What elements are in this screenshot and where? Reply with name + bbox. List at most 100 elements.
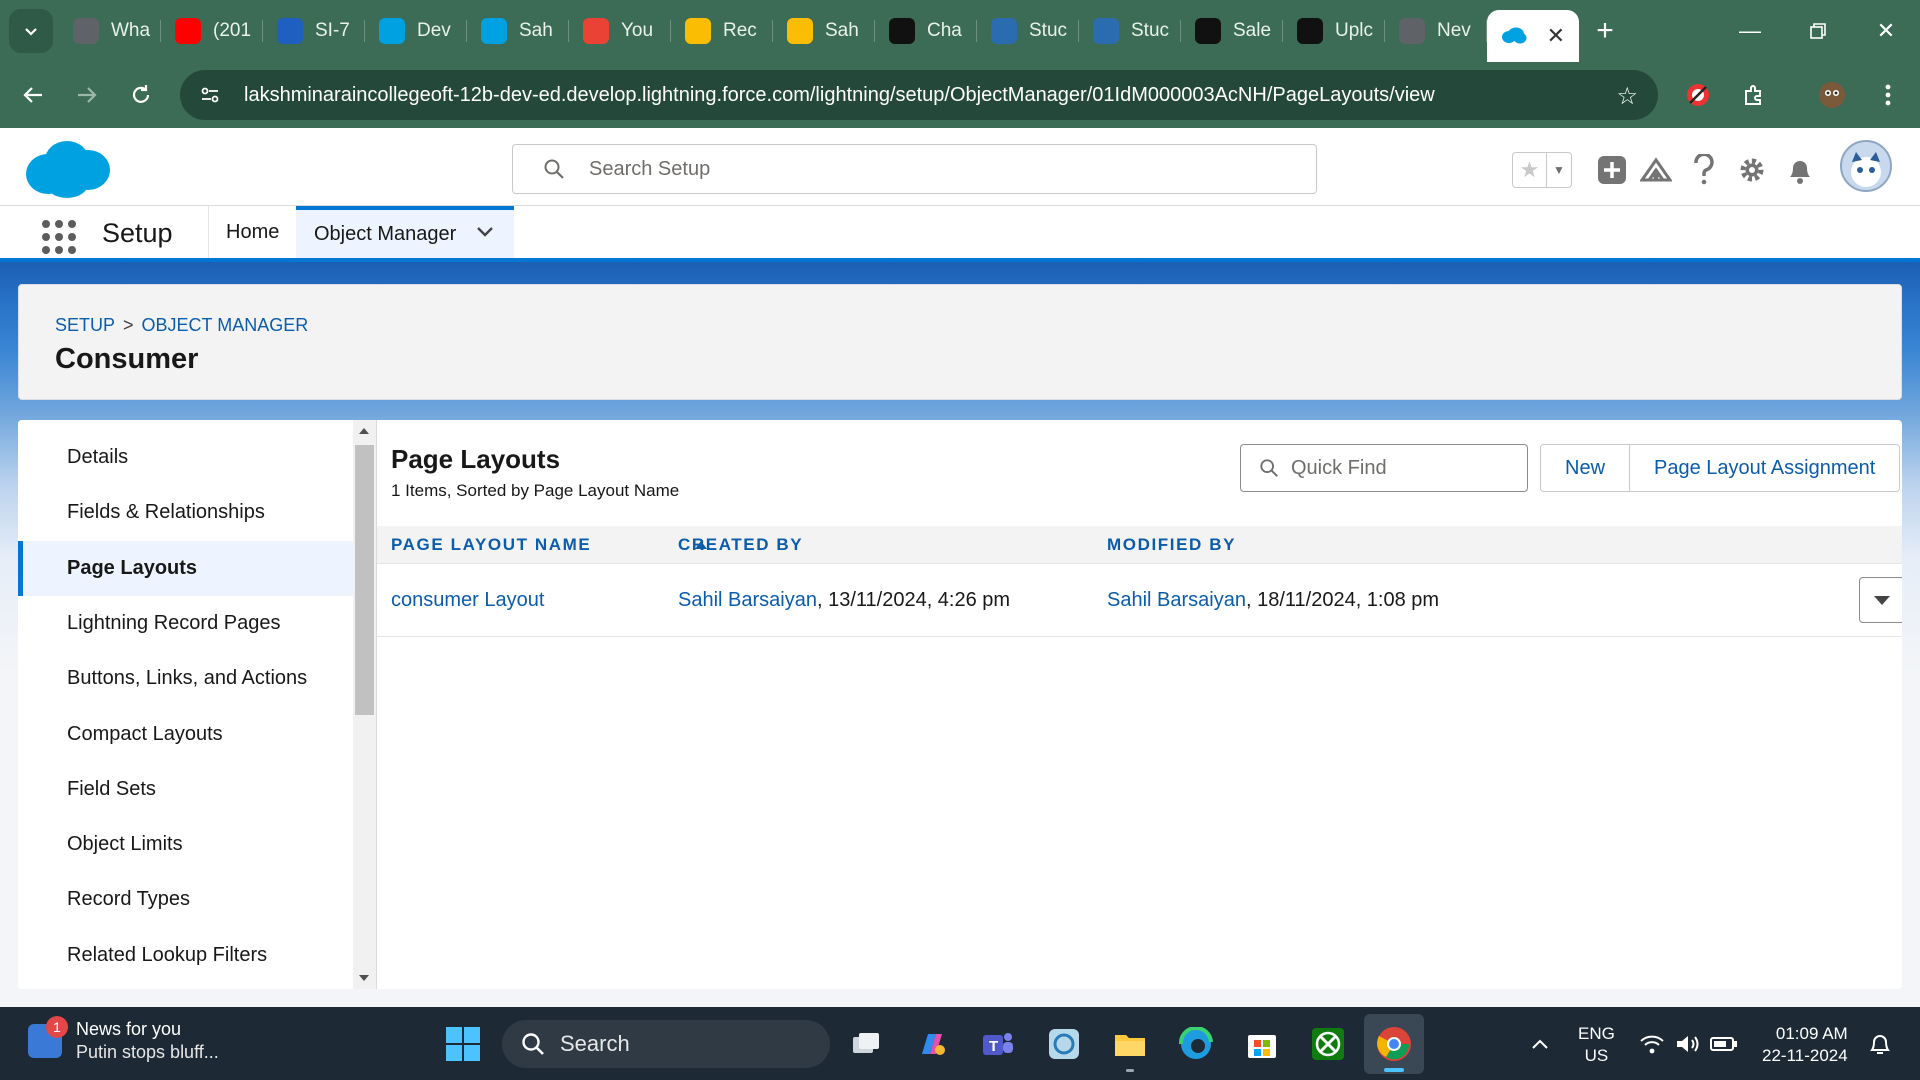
xbox-icon[interactable] [1310, 1026, 1346, 1062]
browser-tab[interactable]: Dev [365, 0, 467, 62]
photos-app-icon[interactable] [1046, 1026, 1082, 1062]
address-bar[interactable]: lakshminaraincollegeoft-12b-dev-ed.devel… [180, 70, 1658, 120]
new-button[interactable]: New [1541, 445, 1630, 491]
browser-menu-icon[interactable] [1866, 73, 1910, 117]
modified-by-user-link[interactable]: Sahil Barsaiyan [1107, 589, 1246, 611]
page-layout-assignment-button[interactable]: Page Layout Assignment [1629, 445, 1900, 491]
browser-tab[interactable]: Rec [671, 0, 773, 62]
scroll-down-arrow-icon[interactable] [359, 975, 369, 981]
back-button[interactable] [6, 68, 60, 122]
nav-tab-home[interactable]: Home [208, 206, 297, 258]
browser-tab[interactable]: Sale [1181, 0, 1283, 62]
browser-tab[interactable]: Stuc [977, 0, 1079, 62]
column-header-created-by[interactable]: CREATED BY [678, 535, 803, 555]
clock-time: 01:09 AM [1775, 1024, 1848, 1043]
edge-browser-icon[interactable] [1178, 1026, 1214, 1062]
sidebar-item-object-limits[interactable]: Object Limits [18, 817, 353, 872]
browser-tab[interactable]: Cha [875, 0, 977, 62]
browser-tab[interactable]: (201 [161, 0, 263, 62]
breadcrumb-object-manager-link[interactable]: OBJECT MANAGER [142, 315, 309, 336]
row-actions-dropdown-button[interactable] [1859, 577, 1902, 623]
sidebar-item-compact-layouts[interactable]: Compact Layouts [18, 707, 353, 762]
setup-search-box[interactable] [512, 144, 1317, 194]
wifi-icon[interactable] [1634, 1026, 1670, 1062]
setup-gear-icon[interactable] [1734, 152, 1770, 188]
active-browser-tab[interactable]: ✕ [1487, 10, 1579, 62]
forward-button[interactable] [60, 68, 114, 122]
created-by-user-link[interactable]: Sahil Barsaiyan [678, 589, 817, 611]
quick-find-box[interactable] [1240, 444, 1528, 492]
favorite-star-icon[interactable]: ★ [1513, 153, 1547, 187]
new-tab-button[interactable]: + [1579, 0, 1631, 62]
breadcrumb-setup-link[interactable]: SETUP [55, 315, 115, 336]
chrome-taskbar-icon[interactable] [1364, 1014, 1424, 1074]
file-explorer-icon[interactable] [1112, 1026, 1148, 1072]
layout-name-cell: consumer Layout [391, 589, 544, 612]
site-info-icon[interactable] [188, 73, 232, 117]
teams-icon[interactable]: T [980, 1026, 1016, 1062]
sidebar-item-buttons-links-and-actions[interactable]: Buttons, Links, and Actions [18, 651, 353, 706]
nav-tab-object-manager[interactable]: Object Manager [296, 206, 514, 258]
sidebar-item-fields-relationships[interactable]: Fields & Relationships [18, 485, 353, 540]
quick-find-input[interactable] [1291, 456, 1511, 480]
close-tab-icon[interactable]: ✕ [1547, 23, 1565, 49]
user-avatar[interactable] [1840, 140, 1892, 192]
browser-tab-label: SI-7 [315, 20, 350, 41]
sidebar-scrollbar[interactable] [353, 420, 376, 989]
browser-tab[interactable]: Wha [59, 0, 161, 62]
doc-icon [277, 18, 303, 44]
chevron-down-icon[interactable] [476, 225, 494, 243]
notification-bell-icon[interactable] [1862, 1026, 1898, 1062]
notifications-bell-icon[interactable] [1782, 152, 1818, 188]
studio-icon [991, 18, 1017, 44]
microsoft-store-icon[interactable] [1244, 1026, 1280, 1062]
input-language-indicator[interactable]: ENG US [1578, 1023, 1615, 1067]
setup-search-input[interactable] [589, 157, 1289, 181]
browser-tab[interactable]: Nev [1385, 0, 1487, 62]
favorites-button-group: ★ ▼ [1512, 152, 1572, 188]
scroll-up-arrow-icon[interactable] [359, 428, 369, 434]
column-header-modified-by[interactable]: MODIFIED BY [1107, 535, 1236, 555]
close-window-icon[interactable]: ✕ [1852, 0, 1920, 62]
extension-blocker-icon[interactable] [1676, 73, 1720, 117]
system-clock[interactable]: 01:09 AM 22-11-2024 [1762, 1023, 1848, 1067]
browser-tab[interactable]: Sah [773, 0, 875, 62]
profile-avatar-icon[interactable] [1810, 73, 1854, 117]
sidebar-item-label: Fields & Relationships [67, 501, 265, 524]
taskbar-search-box[interactable]: Search [502, 1020, 830, 1068]
show-hidden-icons-chevron-icon[interactable] [1522, 1026, 1558, 1062]
windows-start-icon[interactable] [446, 1027, 480, 1061]
extensions-puzzle-icon[interactable] [1732, 73, 1776, 117]
browser-tab[interactable]: Uplc [1283, 0, 1385, 62]
tab-search-button[interactable] [9, 9, 53, 53]
sidebar-item-lightning-record-pages[interactable]: Lightning Record Pages [18, 596, 353, 651]
sidebar-item-details[interactable]: Details [18, 430, 353, 485]
global-actions-add-icon[interactable] [1594, 152, 1630, 188]
sidebar-item-page-layouts[interactable]: Page Layouts [18, 540, 353, 596]
browser-tab[interactable]: Stuc [1079, 0, 1181, 62]
reload-button[interactable] [114, 68, 168, 122]
bookmark-star-icon[interactable]: ☆ [1616, 82, 1638, 111]
layout-name-link[interactable]: consumer Layout [391, 589, 544, 611]
volume-icon[interactable] [1670, 1026, 1706, 1062]
browser-tab[interactable]: Sah [467, 0, 569, 62]
task-view-icon[interactable] [848, 1026, 884, 1062]
object-title: Consumer [55, 343, 199, 375]
sidebar-item-field-sets[interactable]: Field Sets [18, 762, 353, 817]
salesforce-logo[interactable] [22, 138, 112, 200]
favorites-dropdown-icon[interactable]: ▼ [1547, 153, 1571, 187]
sidebar-item-related-lookup-filters[interactable]: Related Lookup Filters [18, 928, 353, 983]
copilot-icon[interactable] [914, 1026, 950, 1062]
battery-icon[interactable] [1706, 1026, 1742, 1062]
restore-window-icon[interactable] [1784, 0, 1852, 62]
scrollbar-thumb[interactable] [355, 445, 374, 715]
trailhead-guidance-icon[interactable] [1638, 152, 1674, 188]
column-header-page-layout-name[interactable]: PAGE LAYOUT NAME [391, 535, 591, 555]
help-question-icon[interactable] [1686, 152, 1722, 188]
browser-tab[interactable]: You [569, 0, 671, 62]
minimize-window-icon[interactable]: — [1716, 0, 1784, 62]
news-widget[interactable]: 1 News for you Putin stops bluff... [28, 1016, 219, 1063]
browser-tab[interactable]: SI-7 [263, 0, 365, 62]
sidebar-item-record-types[interactable]: Record Types [18, 872, 353, 927]
app-launcher-grid-icon[interactable] [42, 220, 76, 254]
